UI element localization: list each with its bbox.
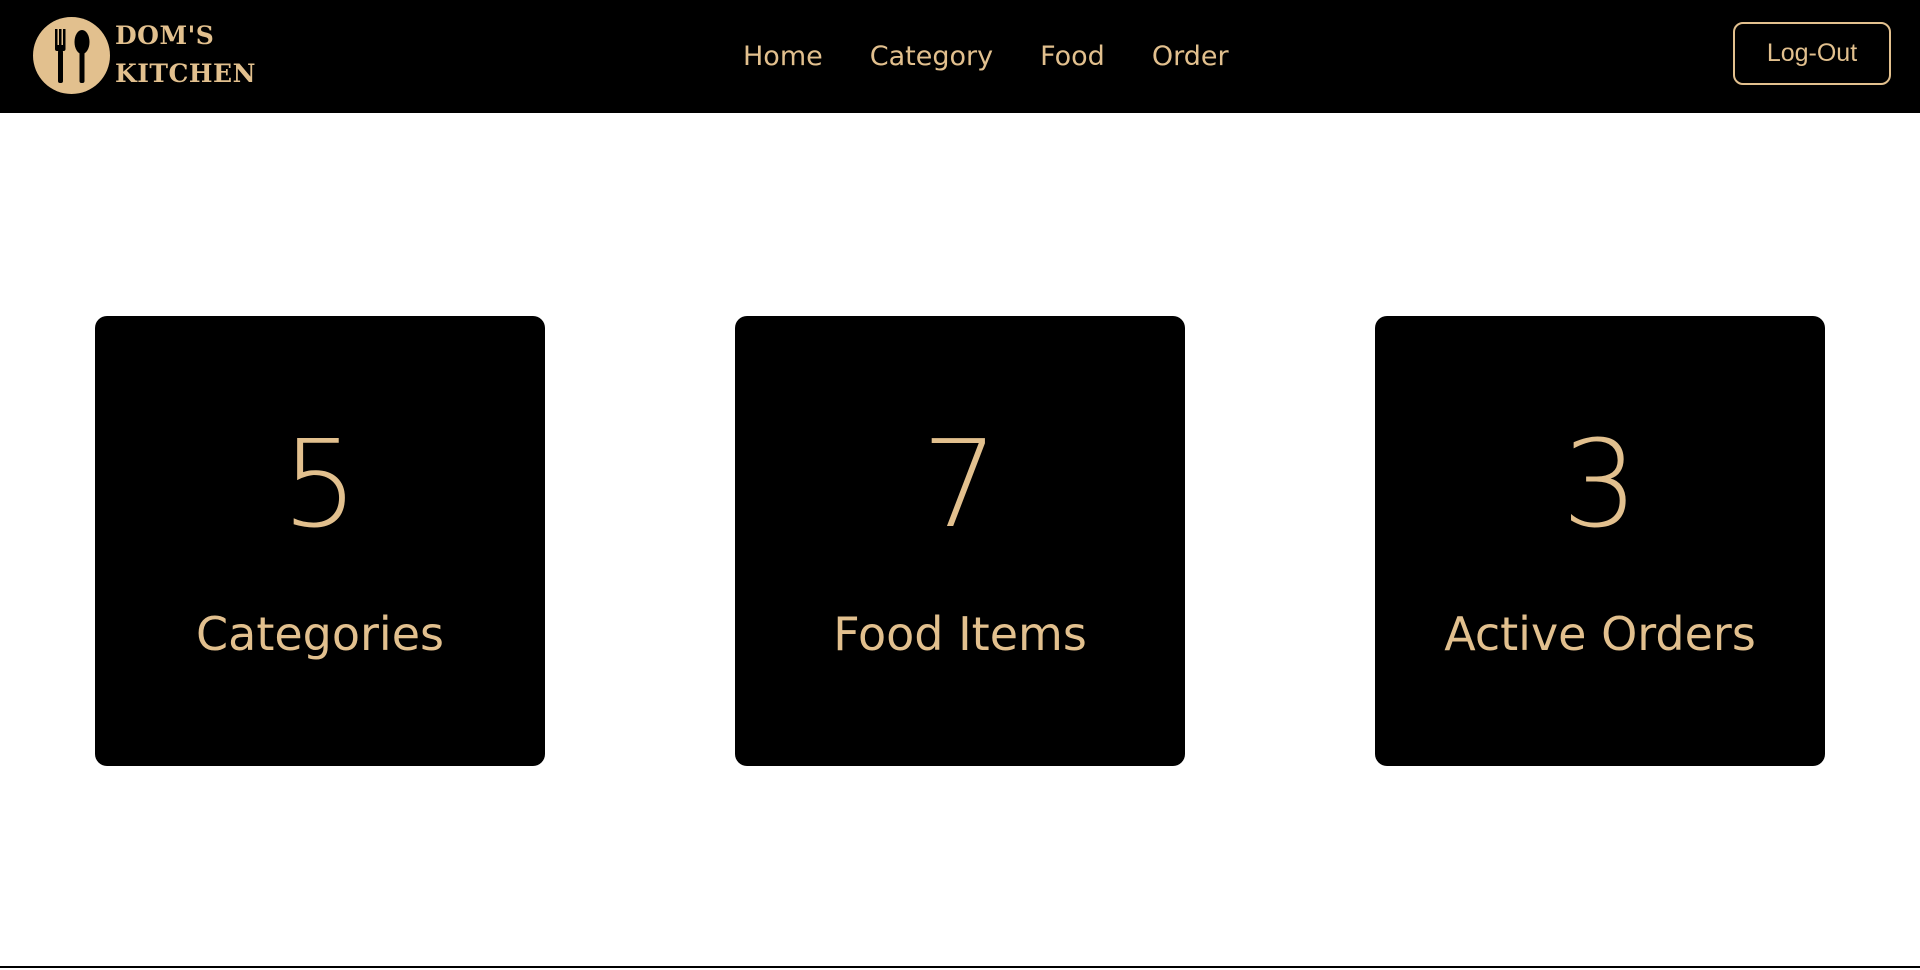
brand-name: DOM'S KITCHEN bbox=[115, 17, 256, 93]
stat-card-active-orders[interactable]: 3 Active Orders bbox=[1375, 316, 1825, 766]
nav-link-category[interactable]: Category bbox=[870, 41, 993, 72]
stat-label: Active Orders bbox=[1444, 607, 1756, 661]
bottom-divider bbox=[0, 966, 1920, 968]
stat-value: 5 bbox=[281, 416, 359, 555]
stat-value: 3 bbox=[1561, 416, 1639, 555]
logout-button[interactable]: Log-Out bbox=[1733, 22, 1891, 85]
top-navbar: DOM'S KITCHEN Home Category Food Order L… bbox=[0, 0, 1920, 113]
stat-card-categories[interactable]: 5 Categories bbox=[95, 316, 545, 766]
brand-name-line1: DOM'S bbox=[115, 21, 215, 50]
main-nav: Home Category Food Order bbox=[743, 0, 1276, 113]
stat-card-food-items[interactable]: 7 Food Items bbox=[735, 316, 1185, 766]
brand-name-line2: KITCHEN bbox=[115, 59, 256, 88]
nav-link-food[interactable]: Food bbox=[1040, 41, 1105, 72]
stat-label: Food Items bbox=[833, 607, 1087, 661]
stat-value: 7 bbox=[921, 416, 999, 555]
nav-link-order[interactable]: Order bbox=[1152, 41, 1229, 72]
brand-logo[interactable]: DOM'S KITCHEN bbox=[33, 16, 256, 94]
nav-link-home[interactable]: Home bbox=[743, 41, 823, 72]
fork-spoon-icon bbox=[33, 16, 110, 94]
stat-label: Categories bbox=[196, 607, 444, 661]
